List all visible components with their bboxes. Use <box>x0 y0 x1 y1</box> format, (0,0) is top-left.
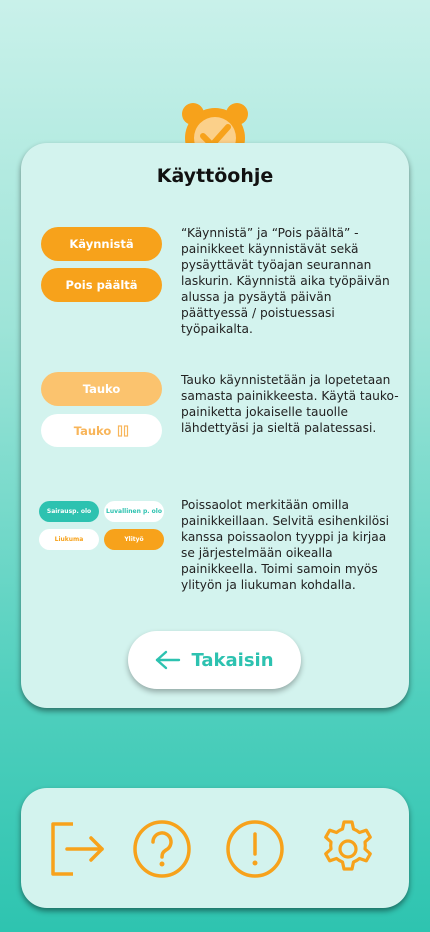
section2-description: Tauko käynnistetään ja lopetetaan samast… <box>181 373 399 435</box>
start-button-sample: Käynnistä <box>41 227 162 261</box>
flex-time-button-sample: Liukuma <box>39 529 99 550</box>
pause-button-sample: Tauko <box>41 372 162 406</box>
help-icon[interactable] <box>131 818 193 880</box>
stop-button-sample: Pois päältä <box>41 268 162 302</box>
pause-active-label: Tauko <box>73 423 112 438</box>
settings-gear-icon[interactable] <box>317 818 379 880</box>
section1-description: “Käynnistä” ja “Pois päältä” -painikkeet… <box>181 226 390 336</box>
alert-icon[interactable] <box>224 818 286 880</box>
instructions-card: Käyttöohje Käynnistä Pois päältä “Käynni… <box>21 143 409 708</box>
bottom-navigation <box>21 788 409 908</box>
back-button[interactable]: Takaisin <box>128 631 301 689</box>
permitted-absence-button-sample: Luvallinen p. olo <box>104 501 164 522</box>
section3-description: Poissaolot merkitään omilla painikkeilla… <box>181 498 389 592</box>
page-title: Käyttöohje <box>156 165 274 187</box>
pause-active-button-sample: Tauko <box>41 414 162 447</box>
arrow-left-icon <box>156 650 181 670</box>
back-button-label: Takaisin <box>191 649 274 671</box>
sick-leave-button-sample: Sairausp. olo <box>39 501 99 522</box>
overtime-button-sample: Ylityö <box>104 529 164 550</box>
logout-icon[interactable] <box>47 818 109 880</box>
pause-icon <box>118 424 129 437</box>
